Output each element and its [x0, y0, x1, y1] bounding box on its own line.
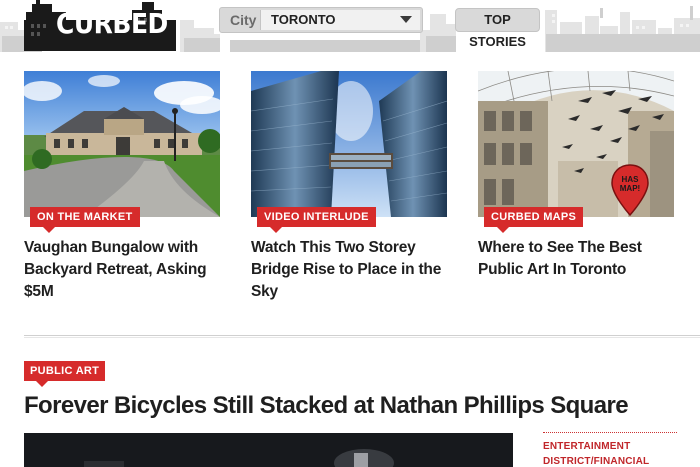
site-header: CURBED City TORONTO TOP STORIES	[0, 0, 700, 52]
section-divider	[24, 335, 700, 338]
story-card[interactable]: VIDEO INTERLUDE Watch This Two Storey Br…	[251, 71, 447, 303]
city-selector[interactable]: City TORONTO	[219, 7, 423, 33]
feature-image[interactable]	[24, 433, 513, 467]
story-card[interactable]: HAS MAP! CURBED MAPS Where to See The Be…	[478, 71, 674, 281]
story-card[interactable]: ON THE MARKET Vaughan Bungalow with Back…	[24, 71, 220, 303]
city-dropdown-value: TORONTO	[271, 12, 336, 27]
category-tag[interactable]: VIDEO INTERLUDE	[257, 207, 376, 233]
category-tag[interactable]: CURBED MAPS	[484, 207, 584, 233]
top-stories-button[interactable]: TOP STORIES	[455, 8, 540, 49]
story-headline[interactable]: Vaughan Bungalow with Backyard Retreat, …	[24, 237, 220, 303]
feature-headline[interactable]: Forever Bicycles Still Stacked at Nathan…	[24, 392, 629, 420]
story-image-bungalow[interactable]	[24, 71, 220, 217]
logo-text: CURBED	[56, 7, 168, 40]
category-tag[interactable]: ON THE MARKET	[30, 207, 140, 233]
story-headline[interactable]: Where to See The Best Public Art In Toro…	[478, 237, 674, 281]
city-label: City	[230, 12, 257, 28]
neighborhood-link[interactable]: ENTERTAINMENT DISTRICT/FINANCIAL DISTRIC…	[543, 432, 677, 467]
chevron-down-icon[interactable]	[400, 16, 412, 23]
city-dropdown[interactable]: TORONTO	[260, 10, 420, 30]
story-image-bridge[interactable]	[251, 71, 447, 217]
feature-category-tag[interactable]: PUBLIC ART	[24, 361, 106, 387]
has-map-badge: HAS MAP!	[619, 175, 641, 193]
story-image-galleria[interactable]: HAS MAP!	[478, 71, 674, 217]
story-headline[interactable]: Watch This Two Storey Bridge Rise to Pla…	[251, 237, 447, 303]
